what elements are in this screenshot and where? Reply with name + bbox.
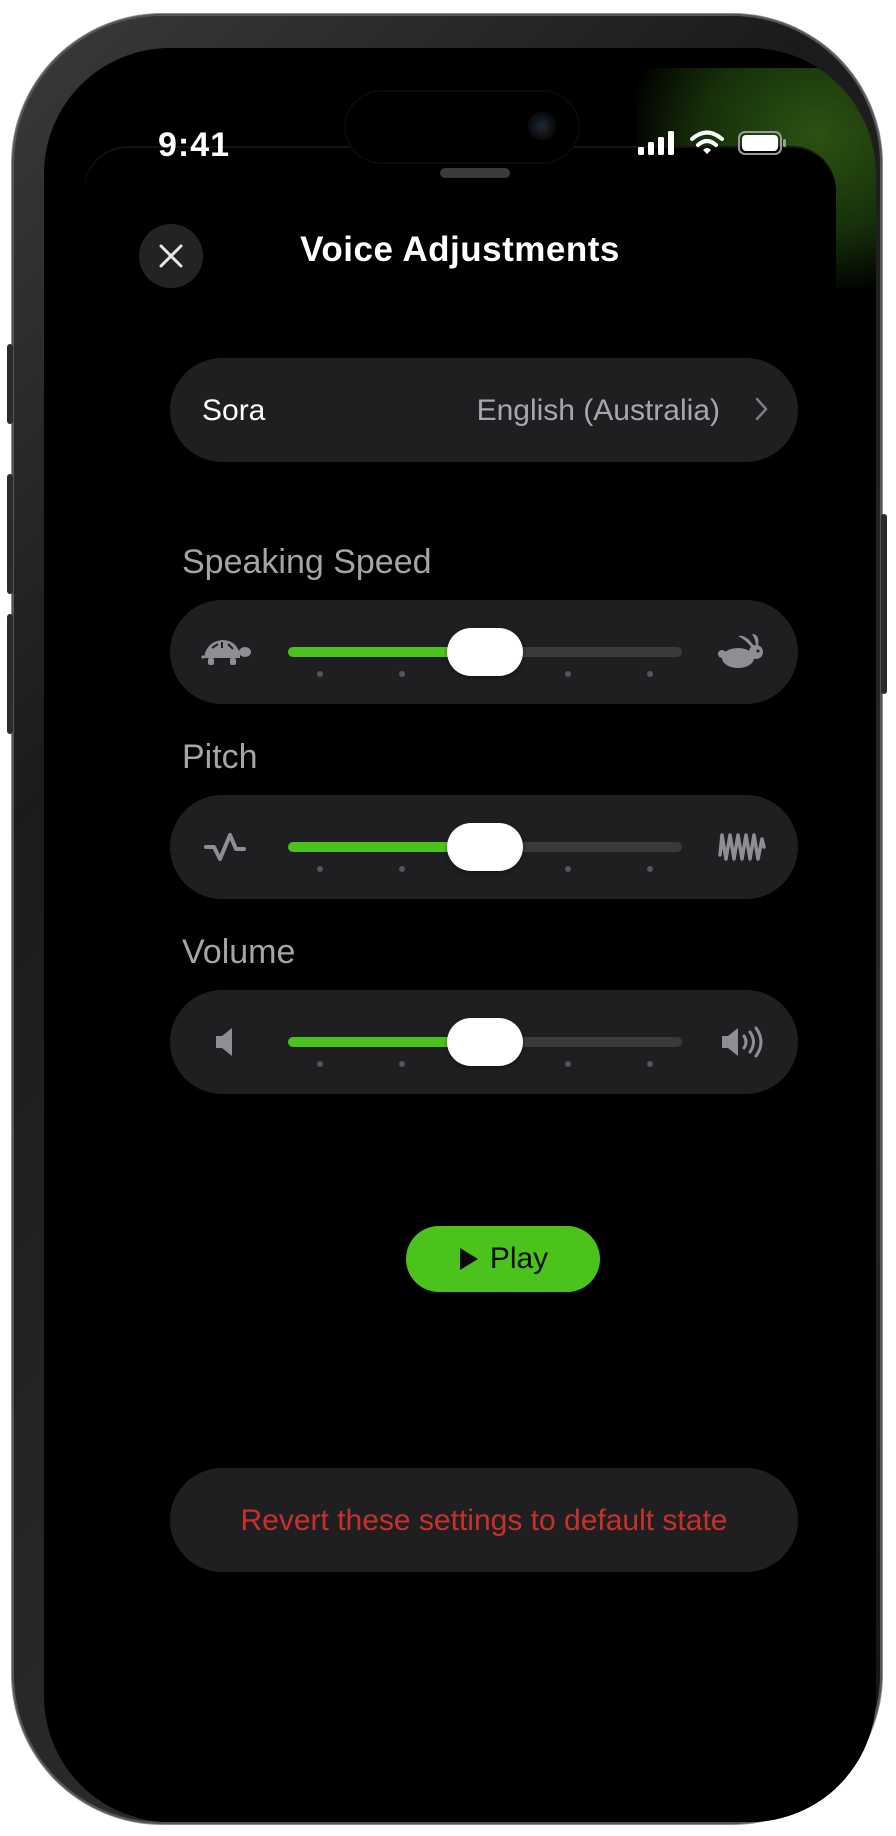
pitch-track[interactable] — [288, 823, 682, 872]
volume-slider-card — [170, 990, 798, 1094]
phone-frame: Voice Adjustments Sora English (Australi… — [7, 14, 887, 1824]
slider-tick — [647, 866, 654, 872]
dynamic-island — [346, 92, 578, 162]
volume-track[interactable] — [288, 1018, 682, 1067]
pitch-label: Pitch — [182, 738, 258, 776]
volume-up-button — [7, 474, 13, 594]
slider-tick — [399, 671, 406, 677]
page-title: Voice Adjustments — [300, 230, 620, 269]
slider-tick — [316, 671, 323, 677]
voice-selector[interactable]: Sora English (Australia) — [170, 358, 798, 462]
battery-icon — [738, 131, 786, 155]
volume-down-button — [7, 614, 13, 734]
revert-label: Revert these settings to default state — [240, 1504, 728, 1537]
slider-tick — [316, 866, 323, 872]
play-icon — [459, 1248, 478, 1270]
slider-tick — [647, 1061, 654, 1067]
action-button — [7, 344, 13, 424]
speaker-low-icon — [216, 1028, 232, 1056]
camera-icon — [528, 112, 556, 140]
cellular-signal-icon — [638, 131, 674, 155]
status-bar: 9:41 — [44, 48, 876, 178]
speaker-high-icon — [722, 1026, 763, 1058]
rabbit-icon — [718, 634, 763, 668]
speaking-speed-thumb[interactable] — [447, 628, 523, 676]
wifi-icon — [690, 130, 724, 154]
voice-language: English (Australia) — [476, 394, 720, 427]
revert-defaults-button[interactable]: Revert these settings to default state — [170, 1468, 798, 1572]
voice-name: Sora — [202, 394, 266, 427]
pitch-slider-card — [170, 795, 798, 899]
slider-tick — [647, 671, 654, 677]
slider-tick — [399, 1061, 406, 1067]
speaking-speed-slider-card — [170, 600, 798, 704]
play-button[interactable]: Play — [406, 1226, 600, 1292]
volume-thumb[interactable] — [447, 1018, 523, 1066]
power-button — [881, 514, 887, 694]
status-time: 9:41 — [158, 126, 231, 164]
pitch-thumb[interactable] — [447, 823, 523, 871]
low-wave-icon — [204, 833, 246, 861]
slider-tick — [564, 671, 571, 677]
slider-tick — [399, 866, 406, 872]
turtle-icon — [200, 640, 251, 665]
speaking-speed-track[interactable] — [288, 628, 682, 677]
slider-tick — [564, 1061, 571, 1067]
status-icons — [638, 130, 788, 156]
volume-label: Volume — [182, 933, 296, 971]
chevron-right-icon — [755, 397, 768, 421]
speaking-speed-label: Speaking Speed — [182, 543, 432, 581]
slider-tick — [564, 866, 571, 872]
high-wave-icon — [718, 833, 766, 861]
slider-tick — [316, 1061, 323, 1067]
voice-adjustments-sheet: Voice Adjustments Sora English (Australi… — [84, 148, 836, 1822]
screen: Voice Adjustments Sora English (Australi… — [44, 48, 876, 1822]
play-label: Play — [489, 1242, 549, 1275]
